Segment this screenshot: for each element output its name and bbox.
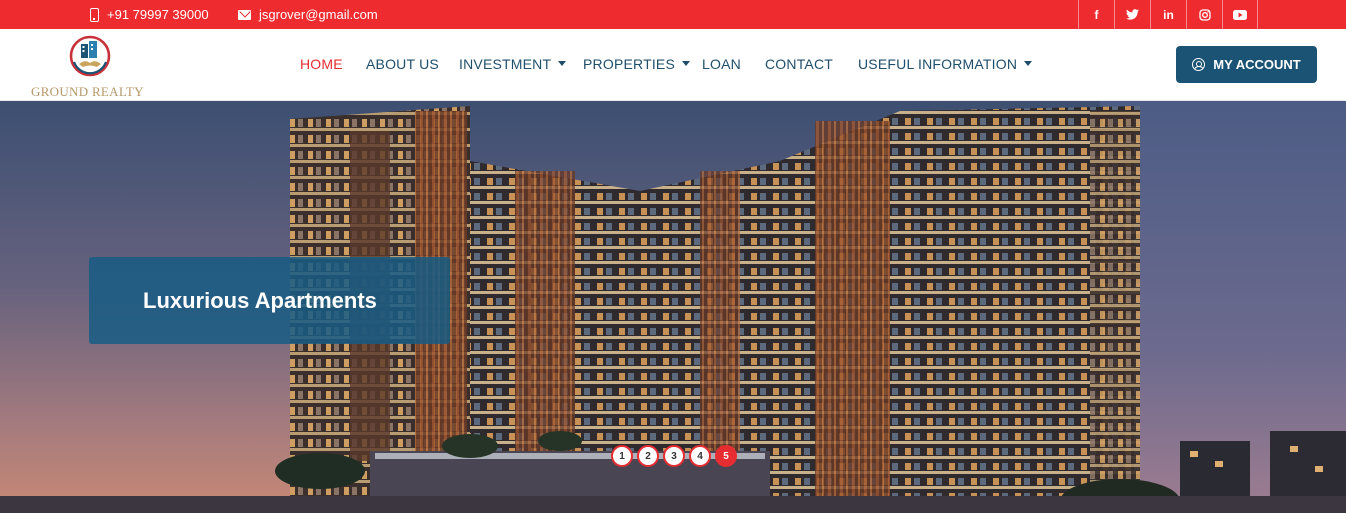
linkedin-icon[interactable]: in	[1150, 0, 1186, 29]
email-contact[interactable]: jsgrover@gmail.com	[238, 0, 378, 29]
caret-down-icon	[1024, 60, 1033, 66]
nav-properties[interactable]: PROPERTIES	[583, 56, 690, 72]
nav-useful-information[interactable]: USEFUL INFORMATION	[858, 56, 1033, 72]
phone-icon	[90, 7, 99, 22]
top-contact-bar: +91 79997 39000 jsgrover@gmail.com f in	[0, 0, 1346, 29]
nav-contact[interactable]: CONTACT	[765, 56, 833, 72]
envelope-icon	[238, 9, 251, 20]
social-links: f in	[1078, 0, 1258, 29]
phone-number: +91 79997 39000	[107, 7, 209, 22]
caret-down-icon	[682, 60, 690, 66]
slide-dot-2[interactable]: 2	[637, 445, 659, 467]
facebook-icon[interactable]: f	[1078, 0, 1114, 29]
hero-caption-box: Luxurious Apartments	[89, 257, 450, 344]
slide-dot-3[interactable]: 3	[663, 445, 685, 467]
logo-emblem-icon	[69, 35, 111, 77]
slide-dot-4[interactable]: 4	[689, 445, 711, 467]
hero-slider: Luxurious Apartments 1 2 3 4 5	[0, 101, 1346, 513]
slide-dot-1[interactable]: 1	[611, 445, 633, 467]
youtube-icon[interactable]	[1222, 0, 1258, 29]
slider-pagination: 1 2 3 4 5	[611, 445, 741, 467]
nav-about-us[interactable]: ABOUT US	[366, 56, 439, 72]
slide-dot-5[interactable]: 5	[715, 445, 737, 467]
my-account-label: MY ACCOUNT	[1213, 57, 1301, 72]
ground-realty-logo[interactable]: GROUND REALTY	[30, 34, 152, 99]
my-account-button[interactable]: MY ACCOUNT	[1176, 46, 1317, 83]
logo-text: GROUND REALTY	[31, 84, 144, 99]
user-circle-icon	[1192, 58, 1206, 71]
email-address: jsgrover@gmail.com	[259, 7, 378, 22]
site-header: GROUND REALTY HOME ABOUT US INVESTMENT P…	[0, 29, 1346, 101]
nav-home[interactable]: HOME	[300, 56, 343, 72]
phone-contact[interactable]: +91 79997 39000	[90, 0, 209, 29]
instagram-icon[interactable]	[1186, 0, 1222, 29]
hero-caption: Luxurious Apartments	[143, 287, 377, 313]
twitter-icon[interactable]	[1114, 0, 1150, 29]
caret-down-icon	[558, 60, 567, 66]
nav-investment[interactable]: INVESTMENT	[459, 56, 567, 72]
nav-loan[interactable]: LOAN	[702, 56, 741, 72]
